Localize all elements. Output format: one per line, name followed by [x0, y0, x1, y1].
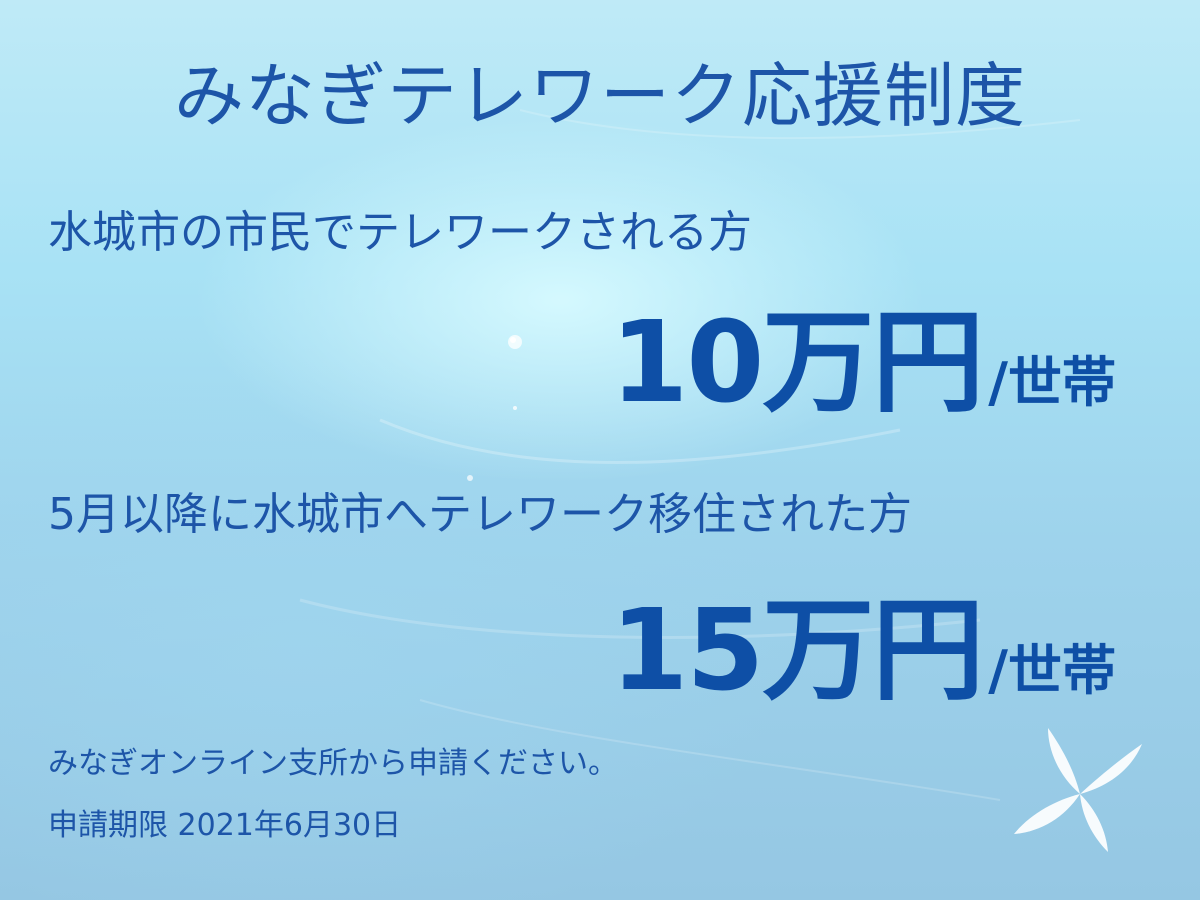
- benefit-amount-residents: 10万円 /世帯: [610, 272, 1116, 434]
- amount-value: 10万円: [610, 298, 984, 428]
- flower-logo-icon: [1014, 728, 1142, 852]
- page-title: みなぎテレワーク応援制度: [174, 55, 1026, 137]
- application-deadline: 申請期限 2021年6月30日: [48, 808, 402, 843]
- eligibility-relocated: 5月以降に水城市へテレワーク移住された方: [48, 489, 912, 540]
- application-instructions: みなぎオンライン支所から申請ください。: [48, 746, 618, 781]
- amount-value: 15万円: [610, 586, 984, 716]
- amount-unit: /世帯: [988, 639, 1116, 702]
- amount-unit: /世帯: [988, 351, 1116, 414]
- benefit-amount-relocated: 15万円 /世帯: [610, 560, 1116, 722]
- eligibility-residents: 水城市の市民でテレワークされる方: [48, 207, 752, 258]
